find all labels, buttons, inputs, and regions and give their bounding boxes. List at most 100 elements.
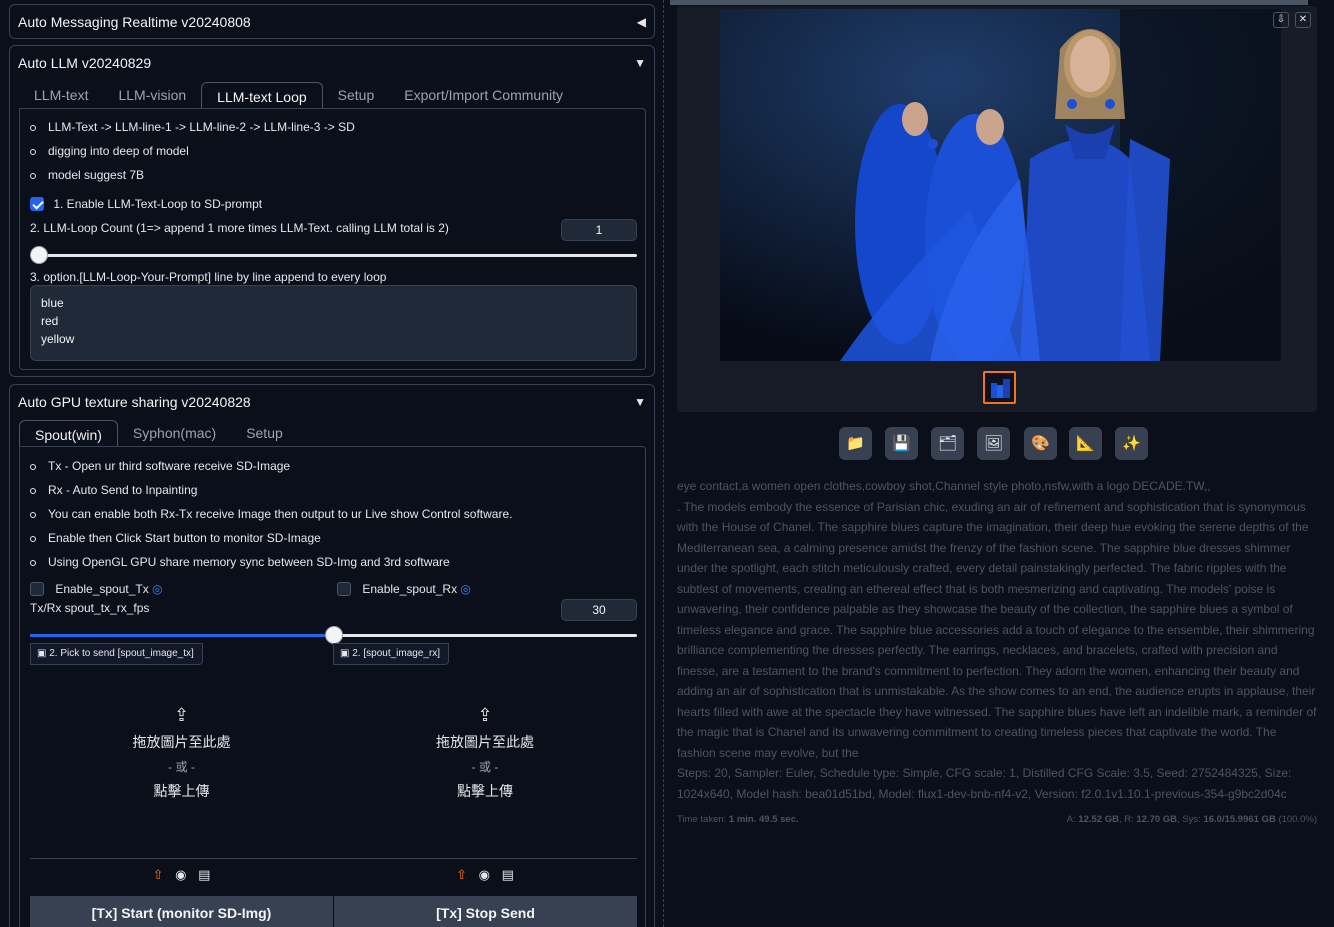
list-item: digging into deep of model xyxy=(20,139,355,163)
list-item: Enable then Click Start button to monito… xyxy=(20,526,512,550)
tab-setup[interactable]: Setup xyxy=(323,81,390,109)
webcam-icon[interactable]: ◉ xyxy=(175,867,186,882)
list-item: LLM-Text -> LLM-line-1 -> LLM-line-2 -> … xyxy=(20,115,355,139)
rx-image-label-text: 2. [spout_image_rx] xyxy=(352,648,441,659)
tx-source-icons: ⇧ ◉ ▤ xyxy=(30,867,333,883)
tab-llm-text[interactable]: LLM-text xyxy=(19,81,103,109)
time-taken: Time taken: 1 min. 49.5 sec. xyxy=(677,810,799,831)
slider-thumb[interactable] xyxy=(30,246,48,264)
slider-fill xyxy=(30,634,334,637)
tab-llm-vision[interactable]: LLM-vision xyxy=(103,81,201,109)
tab-gpu-setup[interactable]: Setup xyxy=(231,419,298,447)
column-divider xyxy=(663,0,664,927)
prompt-line: yellow xyxy=(41,332,75,346)
params-text: Steps: 20, Sampler: Euler, Schedule type… xyxy=(677,766,1292,801)
tx-image-label-text: 2. Pick to send [spout_image_tx] xyxy=(49,648,194,659)
list-item: Using OpenGL GPU share memory sync betwe… xyxy=(20,550,512,574)
tab-syphon[interactable]: Syphon(mac) xyxy=(118,419,231,447)
upload-icon: ⇪ xyxy=(173,705,190,725)
description-text: . The models embody the essence of Paris… xyxy=(677,499,1317,760)
mem-sys-label: , Sys: xyxy=(1177,814,1204,825)
sparkle-icon[interactable]: ✨ xyxy=(1115,427,1148,460)
drop-text: 拖放圖片至此處 xyxy=(436,734,534,750)
generated-image-art xyxy=(720,9,1281,361)
fps-input[interactable]: 30 xyxy=(561,599,637,621)
messaging-title: Auto Messaging Realtime v20240808 xyxy=(18,14,251,30)
close-icon[interactable]: ✕ xyxy=(1295,12,1311,28)
tx-start-button[interactable]: [Tx] Start (monitor SD-Img) xyxy=(30,896,333,927)
mem-r: 12.70 GB xyxy=(1136,814,1178,825)
rx-source-icons: ⇧ ◉ ▤ xyxy=(333,867,637,883)
upload-area[interactable]: ⇪ 拖放圖片至此處 - 或 - 點擊上傳 xyxy=(30,705,333,801)
loop-count-input[interactable]: 1 xyxy=(561,219,637,241)
zip-icon[interactable]: 🗂 xyxy=(931,427,964,460)
gallery-thumbnail[interactable] xyxy=(983,371,1016,404)
webcam-icon[interactable]: ◉ xyxy=(479,867,490,882)
llm-header[interactable]: Auto LLM v20240829 ▼ xyxy=(10,46,654,79)
enable-loop-checkbox[interactable] xyxy=(30,196,44,211)
gpu-header[interactable]: Auto GPU texture sharing v20240828 ▼ xyxy=(10,385,654,419)
scroll-indicator xyxy=(670,0,1308,5)
tx-image-label: ▣ 2. Pick to send [spout_image_tx] xyxy=(30,643,203,665)
tab-export-import[interactable]: Export/Import Community xyxy=(389,81,578,109)
right-column: ⇩ ✕ 📁 💾 🗂 🖼 🎨 📐 ✨ eye contact,a women op… xyxy=(670,0,1334,927)
upload-icon[interactable]: ⇧ xyxy=(153,867,164,882)
tab-llm-text-loop[interactable]: LLM-text Loop xyxy=(201,82,323,110)
generated-image[interactable] xyxy=(720,9,1281,361)
enable-rx-label: Enable_spout_Rx xyxy=(362,581,458,596)
left-column: Auto Messaging Realtime v20240808 ◀ Auto… xyxy=(0,0,662,927)
or-text: - 或 - xyxy=(471,760,499,774)
tx-row[interactable]: Enable_spout_Tx ◎ xyxy=(30,581,163,596)
enable-tx-checkbox[interactable] xyxy=(30,581,44,596)
download-icon[interactable]: ⇩ xyxy=(1273,12,1289,28)
extras-icon[interactable]: 📐 xyxy=(1069,427,1102,460)
clipboard-icon[interactable]: ▤ xyxy=(502,867,514,882)
gallery-frame: ⇩ ✕ xyxy=(677,6,1317,412)
or-text: - 或 - xyxy=(168,760,195,774)
tx-stop-button[interactable]: [Tx] Stop Send xyxy=(334,896,637,927)
collapse-icon[interactable]: ◀ xyxy=(637,15,646,29)
perf-stats: Time taken: 1 min. 49.5 sec. A: 12.52 GB… xyxy=(677,810,1317,831)
upload-icon[interactable]: ⇧ xyxy=(456,867,467,882)
folder-icon[interactable]: 📁 xyxy=(839,427,872,460)
mem-a: 12.52 GB xyxy=(1078,814,1119,825)
mem-sys: 16.0/15.9961 GB xyxy=(1203,814,1276,825)
enable-tx-label: Enable_spout_Tx xyxy=(55,581,149,596)
time-value: 1 min. 49.5 sec. xyxy=(728,814,799,825)
expand-icon[interactable]: ▼ xyxy=(634,395,646,409)
loop-prompt-label: 3. option.[LLM-Loop-Your-Prompt] line by… xyxy=(30,270,387,284)
expand-icon[interactable]: ▼ xyxy=(634,56,646,70)
fps-slider[interactable] xyxy=(30,626,637,644)
enable-rx-checkbox[interactable] xyxy=(337,581,351,596)
mem-a-label: A: xyxy=(1066,814,1079,825)
tab-spout[interactable]: Spout(win) xyxy=(19,420,118,448)
messaging-accordion[interactable]: Auto Messaging Realtime v20240808 ◀ xyxy=(9,4,655,39)
gpu-tabs: Spout(win) Syphon(mac) Setup xyxy=(19,417,298,448)
list-item: model suggest 7B xyxy=(20,163,355,187)
divider xyxy=(333,858,637,859)
prompt-line: red xyxy=(41,314,59,328)
prompt-line: blue xyxy=(41,296,64,310)
list-item: You can enable both Rx-Tx receive Image … xyxy=(20,502,512,526)
thumbnail-image xyxy=(985,373,1014,402)
upload-area[interactable]: ⇪ 拖放圖片至此處 - 或 - 點擊上傳 xyxy=(333,705,637,801)
messaging-header[interactable]: Auto Messaging Realtime v20240808 ◀ xyxy=(10,5,654,39)
click-upload-text: 點擊上傳 xyxy=(153,783,210,799)
list-item: Rx - Auto Send to Inpainting xyxy=(20,478,512,502)
rx-image-dropzone[interactable]: ▣ 2. [spout_image_rx] ⇪ 拖放圖片至此處 - 或 - 點擊… xyxy=(333,641,637,882)
upload-icon: ⇪ xyxy=(477,705,493,725)
enable-loop-row[interactable]: 1. Enable LLM-Text-Loop to SD-prompt xyxy=(30,196,262,211)
clipboard-icon[interactable]: ▤ xyxy=(198,867,210,882)
save-icon[interactable]: 💾 xyxy=(885,427,918,460)
tx-image-dropzone[interactable]: ▣ 2. Pick to send [spout_image_tx] ⇪ 拖放圖… xyxy=(30,641,333,882)
loop-count-slider[interactable] xyxy=(30,246,637,264)
rx-row[interactable]: Enable_spout_Rx ◎ xyxy=(337,581,471,596)
divider xyxy=(30,858,333,859)
memory-stats: A: 12.52 GB, R: 12.70 GB, Sys: 16.0/15.9… xyxy=(1067,810,1317,831)
rx-image-label: ▣ 2. [spout_image_rx] xyxy=(333,643,450,665)
llm-loop-panel: LLM-Text -> LLM-line-1 -> LLM-line-2 -> … xyxy=(19,108,646,370)
loop-prompt-textarea[interactable]: blue red yellow xyxy=(30,285,637,361)
img2img-icon[interactable]: 🖼 xyxy=(977,427,1010,460)
inpaint-icon[interactable]: 🎨 xyxy=(1024,427,1057,460)
drop-text: 拖放圖片至此處 xyxy=(132,734,231,750)
